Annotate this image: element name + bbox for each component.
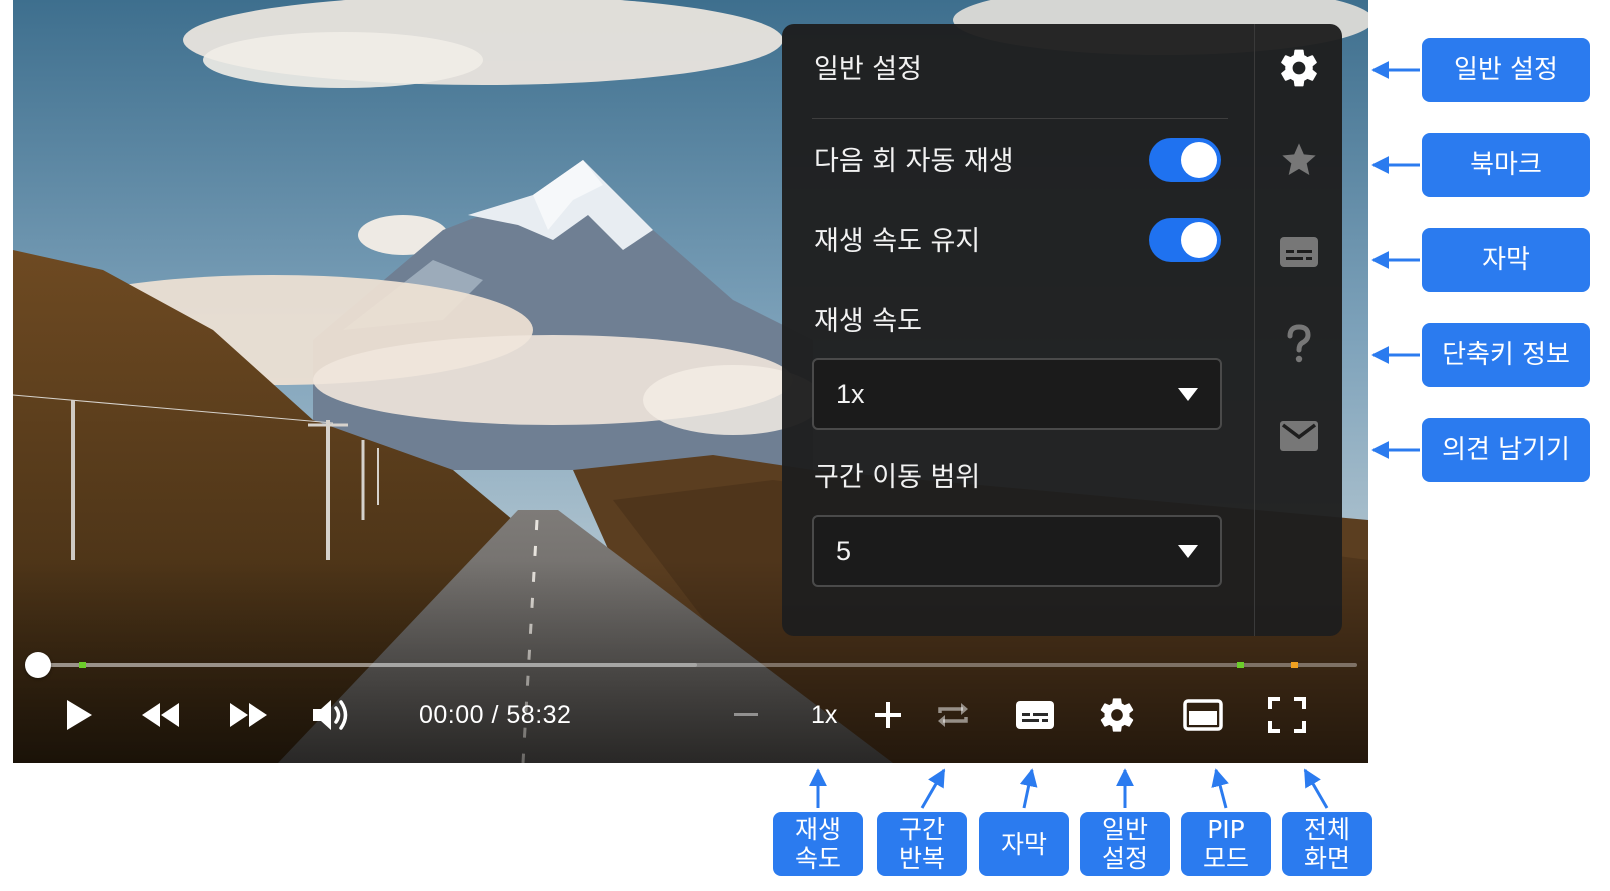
seek-range-label: 구간 이동 범위 xyxy=(814,462,981,493)
speed-increase-button[interactable] xyxy=(871,698,905,732)
gear-icon xyxy=(1100,698,1134,732)
subtitles-icon xyxy=(1016,701,1054,729)
callout-shortcuts: 단축키 정보 xyxy=(1422,323,1590,387)
speed-decrease-button[interactable] xyxy=(731,700,761,730)
rewind-icon xyxy=(142,703,179,727)
sidebar-bookmark[interactable] xyxy=(1277,138,1321,182)
volume-icon xyxy=(313,700,348,730)
callout-subtitles: 자막 xyxy=(1422,228,1590,292)
callout-pip-mode: PIP 모드 xyxy=(1181,812,1271,876)
fullscreen-icon xyxy=(1268,697,1306,733)
sidebar-feedback[interactable] xyxy=(1277,414,1321,458)
volume-button[interactable] xyxy=(309,695,353,735)
callout-general-settings-bottom: 일반 설정 xyxy=(1080,812,1170,876)
progress-thumb[interactable] xyxy=(25,652,51,678)
chapter-marker[interactable] xyxy=(79,662,86,668)
callout-feedback: 의견 남기기 xyxy=(1422,418,1590,482)
mail-icon xyxy=(1280,421,1318,451)
settings-content: 일반 설정 다음 회 자동 재생 재생 속도 유지 재생 속도 1x 구간 이동… xyxy=(782,24,1254,636)
sidebar-subtitles[interactable] xyxy=(1277,230,1321,274)
settings-panel: 일반 설정 다음 회 자동 재생 재생 속도 유지 재생 속도 1x 구간 이동… xyxy=(782,24,1342,636)
progress-bar[interactable] xyxy=(25,652,1357,678)
repeat-icon xyxy=(938,703,968,727)
callout-playback-speed: 재생 속도 xyxy=(773,812,863,876)
buffered-bar xyxy=(37,663,697,667)
callout-subtitles-bottom: 자막 xyxy=(979,812,1069,876)
fast-forward-icon xyxy=(230,703,267,727)
repeat-button[interactable] xyxy=(931,695,975,735)
star-icon xyxy=(1282,143,1316,175)
seek-range-select-value: 5 xyxy=(836,536,852,566)
rewind-button[interactable] xyxy=(139,695,183,735)
speed-select[interactable]: 1x xyxy=(812,358,1222,430)
speed-value: 1x xyxy=(811,701,838,729)
subtitles-icon xyxy=(1280,237,1318,267)
play-button[interactable] xyxy=(59,695,99,735)
callout-section-repeat: 구간 반복 xyxy=(877,812,967,876)
settings-button[interactable] xyxy=(1095,693,1139,737)
autoplay-label: 다음 회 자동 재생 xyxy=(814,146,1014,177)
caret-down-icon xyxy=(1178,545,1198,558)
seek-range-select[interactable]: 5 xyxy=(812,515,1222,587)
chapter-marker[interactable] xyxy=(1291,662,1298,668)
minus-icon xyxy=(734,713,758,716)
keep-speed-label: 재생 속도 유지 xyxy=(814,226,981,257)
divider xyxy=(812,118,1228,119)
callout-general-settings: 일반 설정 xyxy=(1422,38,1590,102)
callout-fullscreen: 전체 화면 xyxy=(1282,812,1372,876)
settings-title: 일반 설정 xyxy=(814,54,922,85)
question-icon xyxy=(1287,324,1311,363)
subtitles-button[interactable] xyxy=(1013,695,1057,735)
callout-bookmark: 북마크 xyxy=(1422,133,1590,197)
time-display: 00:00 / 58:32 xyxy=(419,701,572,729)
fast-forward-button[interactable] xyxy=(226,695,270,735)
caret-down-icon xyxy=(1178,388,1198,401)
toggle-knob xyxy=(1181,142,1217,178)
pip-icon xyxy=(1183,699,1223,731)
speed-label: 재생 속도 xyxy=(814,306,922,337)
gear-icon xyxy=(1281,49,1317,87)
plus-icon xyxy=(875,702,901,728)
play-icon xyxy=(67,700,92,730)
toggle-knob xyxy=(1181,222,1217,258)
fullscreen-button[interactable] xyxy=(1265,695,1309,735)
settings-sidebar xyxy=(1254,24,1342,636)
speed-select-value: 1x xyxy=(836,379,865,409)
chapter-marker[interactable] xyxy=(1237,662,1244,668)
pip-button[interactable] xyxy=(1181,695,1225,735)
keep-speed-toggle[interactable] xyxy=(1149,218,1221,262)
sidebar-general-settings[interactable] xyxy=(1277,46,1321,90)
sidebar-shortcuts[interactable] xyxy=(1277,322,1321,366)
autoplay-toggle[interactable] xyxy=(1149,138,1221,182)
